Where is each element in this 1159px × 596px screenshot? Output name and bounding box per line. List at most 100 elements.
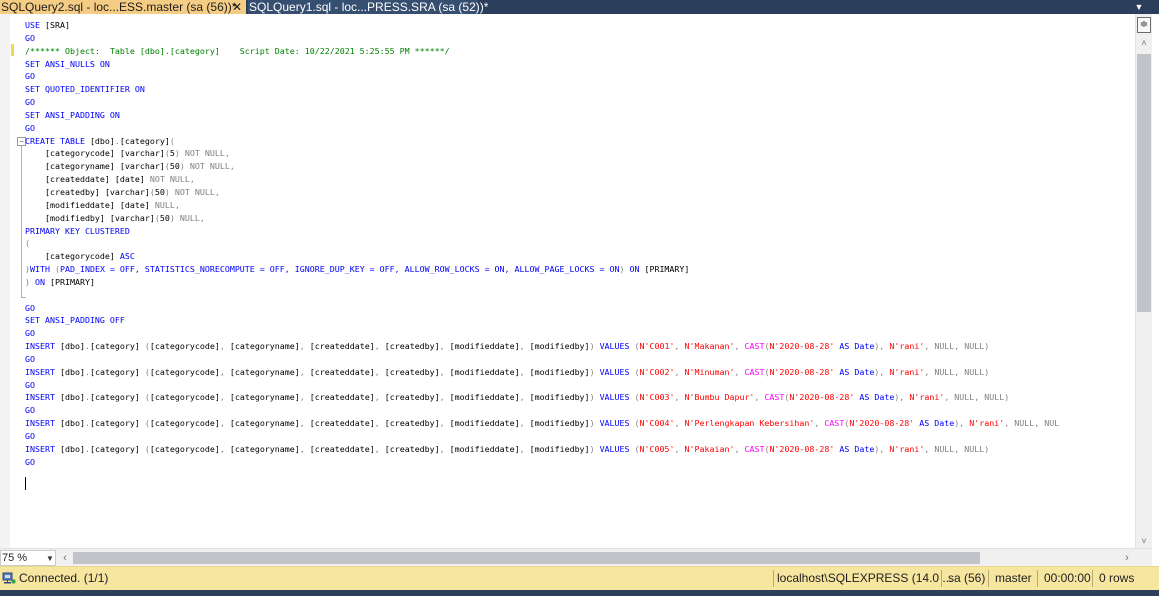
code-token: [date] — [119, 199, 155, 210]
code-token: [categoryname] — [25, 161, 120, 172]
code-token: N'2020-08-28' — [769, 341, 840, 352]
code-token: ), — [874, 443, 890, 454]
code-line[interactable]: INSERT [dbo].[category] ([categorycode],… — [25, 443, 1059, 456]
code-line[interactable]: ( — [25, 237, 1059, 250]
code-text[interactable]: USE [SRA] GO/****** Object: Table [dbo].[… — [25, 19, 1059, 469]
code-token: ) — [589, 418, 600, 429]
code-line[interactable]: GO — [25, 70, 1059, 83]
close-icon[interactable]: ✕ — [230, 0, 244, 14]
code-token: , NULL, NUL — [1004, 418, 1060, 429]
code-line[interactable]: [modifiedby] [varchar](50) NULL, — [25, 212, 1059, 225]
code-token: ), — [894, 392, 910, 403]
right-arrow-icon[interactable]: › — [1120, 550, 1134, 566]
status-server: localhost\SQLEXPRESS (14.0 ... — [777, 571, 953, 585]
editor-bottom-bar: 75 % ▼ ‹ › — [0, 548, 1152, 566]
zoom-select[interactable]: 75 % ▼ — [0, 550, 56, 566]
code-token: , — [674, 392, 685, 403]
code-line[interactable]: GO — [25, 379, 1059, 392]
code-line[interactable]: INSERT [dbo].[category] ([categorycode],… — [25, 391, 1059, 404]
tab-sqlquery2[interactable]: SQLQuery2.sql - loc...ESS.master (sa (56… — [0, 0, 246, 14]
horizontal-scroll-thumb[interactable] — [73, 552, 980, 564]
code-line[interactable]: ) ON [PRIMARY] — [25, 276, 1059, 289]
code-line[interactable]: [createddate] [date] NOT NULL, — [25, 173, 1059, 186]
code-line[interactable]: INSERT [dbo].[category] ([categorycode],… — [25, 417, 1059, 430]
code-token: , — [374, 341, 385, 352]
down-arrow-icon[interactable]: ˅ — [1136, 534, 1152, 548]
code-token: [date] — [114, 174, 150, 185]
code-token: [PRIMARY] — [644, 264, 690, 275]
code-line[interactable]: [categorycode] ASC — [25, 250, 1059, 263]
code-token: INSERT — [25, 443, 60, 454]
code-token: AS — [839, 366, 855, 377]
code-token: , — [734, 366, 745, 377]
code-line[interactable]: [categorycode] [varchar](5) NOT NULL, — [25, 147, 1059, 160]
editor-gutter — [0, 14, 10, 548]
code-token: CAST — [764, 392, 785, 403]
query-editor[interactable]: − USE [SRA] GO/****** Object: Table [dbo]… — [0, 14, 1135, 548]
code-token: ) NOT NULL, — [174, 148, 230, 159]
code-line[interactable]: GO — [25, 32, 1059, 45]
code-token: AS — [859, 392, 875, 403]
code-token: GO — [25, 431, 35, 441]
code-line[interactable]: SET QUOTED_IDENTIFIER ON — [25, 83, 1059, 96]
code-token: [createdby] — [384, 366, 440, 377]
code-line[interactable]: GO — [25, 122, 1059, 135]
code-line[interactable]: [categoryname] [varchar](50) NOT NULL, — [25, 160, 1059, 173]
tab-sqlquery1[interactable]: SQLQuery1.sql - loc...PRESS.SRA (sa (52)… — [248, 0, 488, 14]
code-token: N'rani' — [889, 366, 925, 377]
code-token: , — [754, 392, 765, 403]
chevron-down-icon[interactable]: ▼ — [1133, 1, 1145, 13]
code-token: GO — [25, 97, 35, 108]
code-token: 50 — [169, 161, 180, 172]
code-token: GO — [25, 32, 35, 43]
code-token: [modifieddate] — [449, 341, 520, 352]
code-token: USE — [25, 20, 45, 30]
code-token: [categoryname] — [229, 366, 300, 377]
code-token: , — [219, 418, 230, 429]
code-line[interactable]: GO — [25, 327, 1059, 340]
code-line[interactable]: SET ANSI_PADDING ON — [25, 109, 1059, 122]
left-arrow-icon[interactable]: ‹ — [58, 550, 72, 566]
code-token: N'2020-08-28' — [789, 392, 860, 403]
code-line[interactable]: GO — [25, 302, 1059, 315]
code-token: N'C003' — [639, 392, 675, 403]
code-token: NULL, — [154, 199, 180, 210]
code-line[interactable]: [modifieddate] [date] NULL, — [25, 199, 1059, 212]
code-token: VALUES — [599, 392, 635, 403]
code-line[interactable]: GO — [25, 456, 1059, 469]
code-line[interactable] — [25, 289, 1059, 302]
code-line[interactable]: PRIMARY KEY CLUSTERED — [25, 225, 1059, 238]
code-line[interactable]: GO — [25, 96, 1059, 109]
code-line[interactable]: CREATE TABLE [dbo].[category]( — [25, 135, 1059, 148]
vertical-scroll-thumb[interactable] — [1137, 54, 1151, 312]
code-token: , — [299, 418, 310, 429]
change-marker — [11, 44, 14, 56]
vertical-scrollbar[interactable]: ≑ ˄ ˅ — [1135, 14, 1152, 548]
code-token: , — [674, 341, 685, 352]
code-token: Date — [854, 341, 875, 352]
code-token: N'Bumbu Dapur' — [684, 392, 755, 403]
code-line[interactable]: SET ANSI_NULLS ON — [25, 58, 1059, 71]
code-token: ) NOT NULL, — [179, 161, 235, 172]
code-token: [category] — [89, 366, 145, 377]
code-line[interactable]: GO — [25, 353, 1059, 366]
code-token: VALUES — [599, 418, 635, 429]
code-line[interactable]: GO — [25, 404, 1059, 417]
status-rows: 0 rows — [1099, 571, 1135, 585]
chevron-down-icon[interactable]: ▼ — [45, 551, 55, 566]
code-line[interactable]: INSERT [dbo].[category] ([categorycode],… — [25, 366, 1059, 379]
code-line[interactable]: )WITH (PAD_INDEX = OFF, STATISTICS_NOREC… — [25, 263, 1059, 276]
code-token: , — [299, 341, 310, 352]
code-line[interactable]: USE [SRA] — [25, 19, 1059, 32]
code-line[interactable]: [createdby] [varchar](50) NOT NULL, — [25, 186, 1059, 199]
up-arrow-icon[interactable]: ˄ — [1136, 36, 1152, 50]
code-line[interactable]: GO — [25, 430, 1059, 443]
status-separator — [988, 570, 989, 587]
code-token: [createddate] — [309, 341, 375, 352]
status-bar: Connected. (1/1) localhost\SQLEXPRESS (1… — [0, 566, 1159, 590]
code-line[interactable]: SET ANSI_PADDING OFF — [25, 314, 1059, 327]
split-view-icon[interactable]: ≑ — [1137, 17, 1151, 33]
code-token: [createddate] — [309, 392, 375, 403]
code-line[interactable]: /****** Object: Table [dbo].[category] S… — [25, 45, 1059, 58]
code-line[interactable]: INSERT [dbo].[category] ([categorycode],… — [25, 340, 1059, 353]
